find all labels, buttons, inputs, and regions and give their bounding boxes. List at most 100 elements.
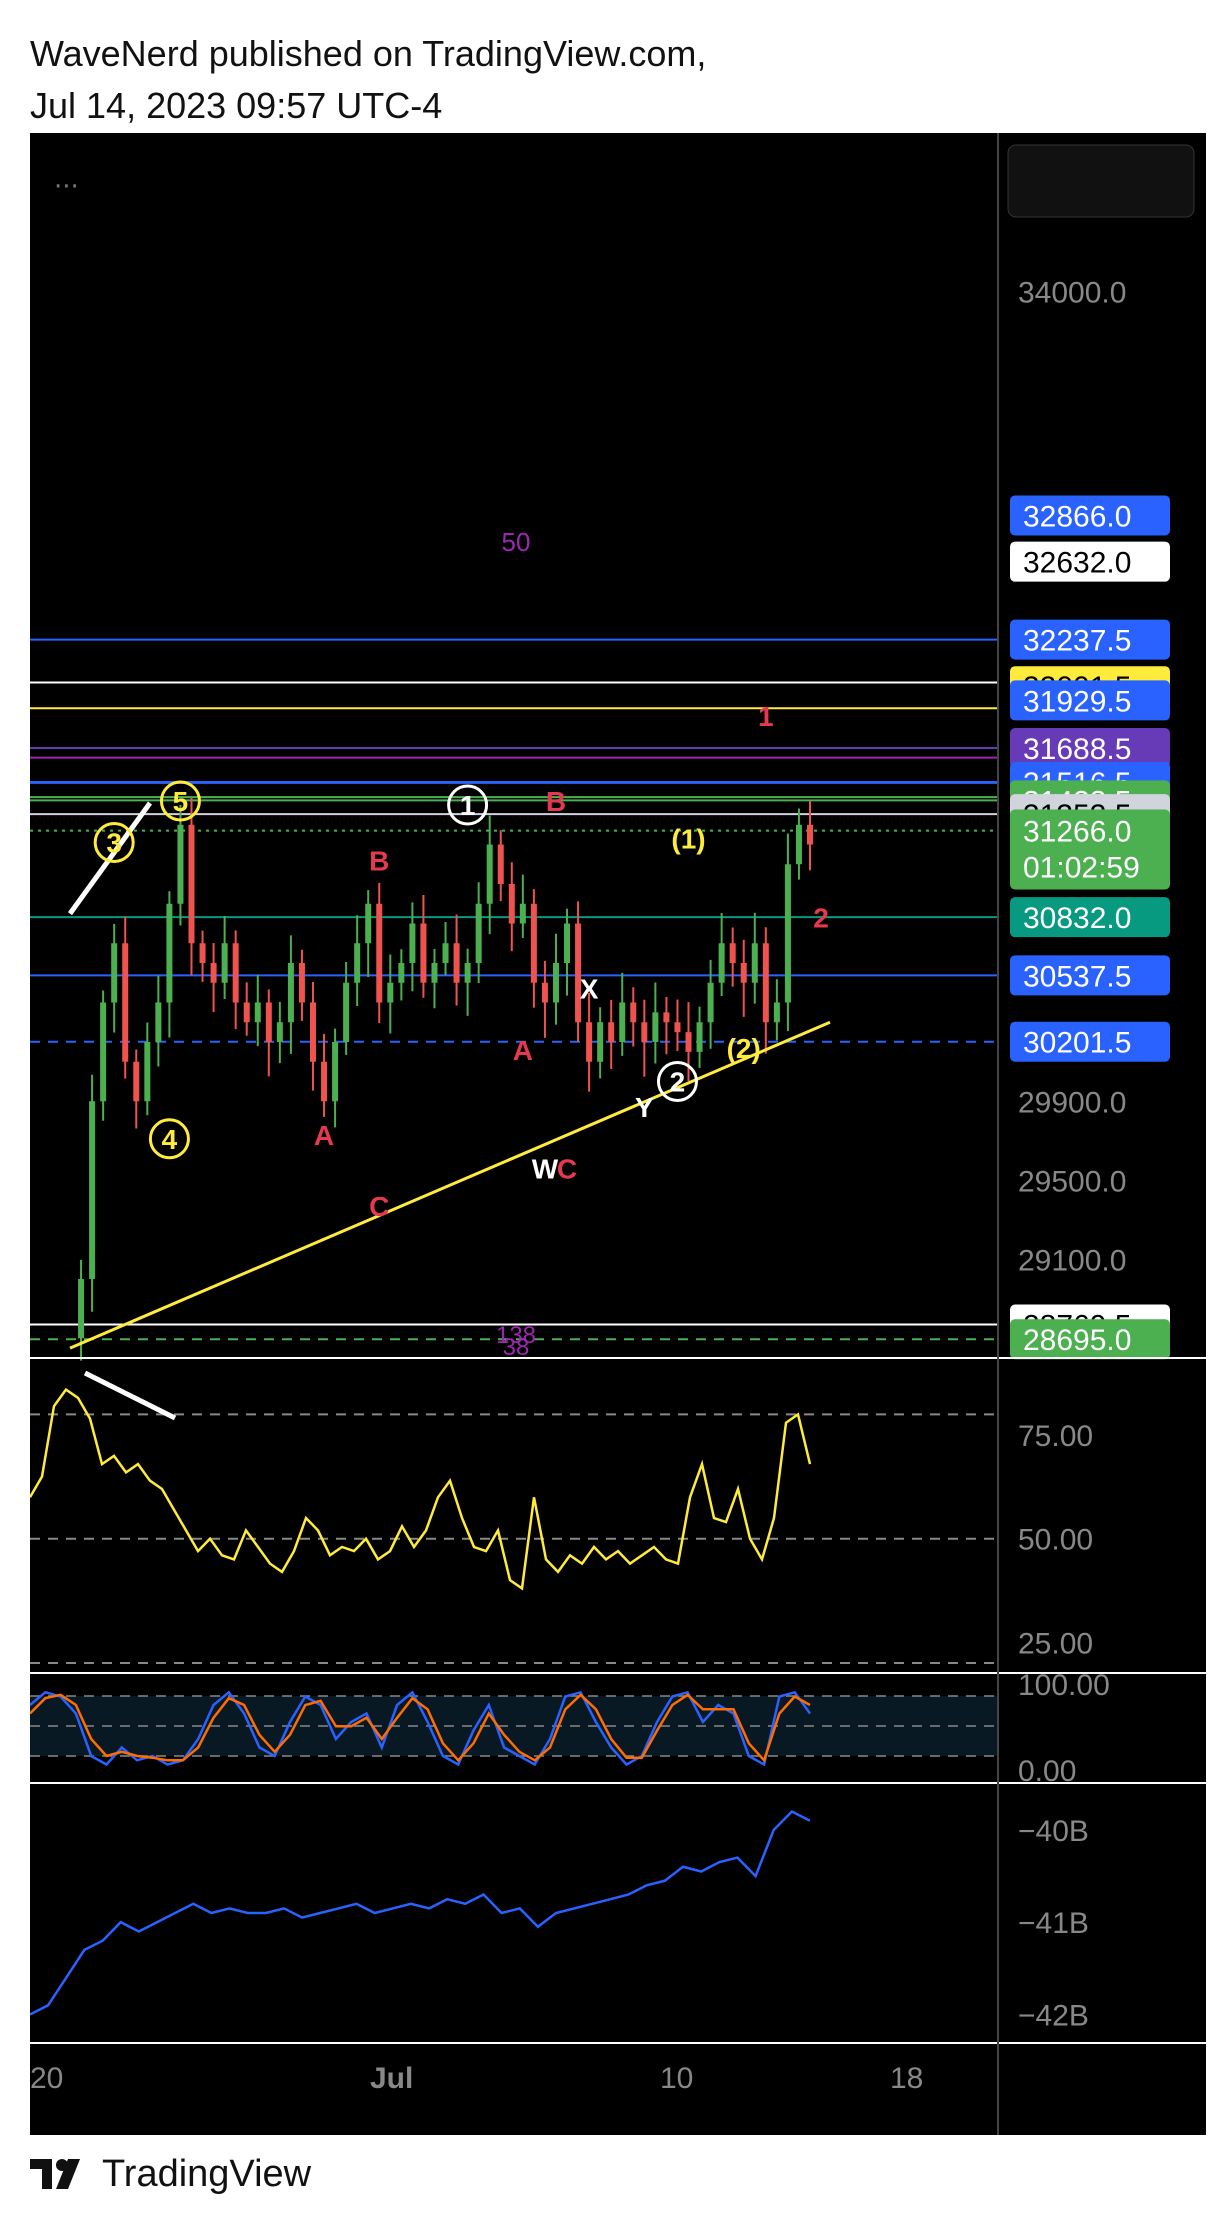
fib-label: 50 <box>502 527 531 557</box>
wave-label: 2 <box>670 1067 686 1098</box>
candle-body <box>762 943 769 1023</box>
fib-label: 38 <box>503 1334 530 1361</box>
candle-body <box>464 963 471 983</box>
price-tick-label: 29500.0 <box>1018 1165 1126 1198</box>
candle-body <box>243 1002 250 1023</box>
candle-body <box>564 923 571 963</box>
candle-body <box>630 1002 637 1023</box>
wave-label: X <box>580 974 599 1005</box>
candle-body <box>751 943 758 983</box>
candle-body <box>265 1002 272 1042</box>
wave-label: 3 <box>106 828 122 859</box>
wave-label: Y <box>635 1092 654 1123</box>
level-label: 30832.0 <box>1023 902 1131 935</box>
candle-body <box>773 1002 780 1023</box>
candle-body <box>541 982 548 1003</box>
candle-body <box>807 824 813 845</box>
candle-body <box>376 903 383 1003</box>
wave-label: (1) <box>671 824 705 855</box>
wave-label: B <box>369 845 389 876</box>
level-label: 32866.0 <box>1023 500 1131 533</box>
candle-body <box>177 824 184 904</box>
countdown-label: 01:02:59 <box>1023 851 1140 884</box>
publisher-line: WaveNerd published on TradingView.com, <box>30 33 707 74</box>
candle-body <box>707 982 714 1023</box>
candle-body <box>641 1022 648 1042</box>
price-tick-label: 29100.0 <box>1018 1244 1126 1277</box>
candle-body <box>287 963 294 1023</box>
time-tick-label: 20 <box>30 2062 63 2095</box>
candle-body <box>431 963 438 983</box>
footer: TradingView <box>30 2148 311 2200</box>
candle-body <box>718 943 725 983</box>
candle-body <box>78 1279 85 1339</box>
candle-body <box>89 1101 96 1279</box>
candle-body <box>365 903 372 944</box>
candle-body <box>729 943 736 963</box>
candle-body <box>497 844 504 884</box>
wave-label: 1 <box>758 701 774 732</box>
candle-body <box>409 923 416 963</box>
candle-body <box>519 903 526 924</box>
candle-body <box>321 1061 328 1102</box>
publish-date-line: Jul 14, 2023 09:57 UTC-4 <box>30 85 443 126</box>
candle-body <box>486 844 493 904</box>
candle-body <box>398 963 405 983</box>
candle-body <box>597 1022 604 1062</box>
candle-body <box>276 1022 283 1042</box>
candle-body <box>387 982 394 1003</box>
trading-chart[interactable]: 32866.032632.032237.532001.531929.531688… <box>30 133 1206 2135</box>
more-dots-icon[interactable]: ··· <box>54 172 79 202</box>
obv-tick-label: −42B <box>1018 2000 1089 2033</box>
candle-body <box>784 864 791 1003</box>
obv-tick-label: −41B <box>1018 1907 1089 1940</box>
candle-body <box>133 1061 140 1102</box>
candle-body <box>309 1002 316 1062</box>
candle-body <box>122 943 129 1062</box>
candle-body <box>552 963 559 1003</box>
level-label: 32237.5 <box>1023 625 1131 658</box>
wave-label: B <box>546 786 566 817</box>
candle-body <box>508 884 515 924</box>
candle-body <box>166 903 173 1003</box>
level-label: 31929.5 <box>1023 685 1131 718</box>
candle-body <box>100 1002 107 1102</box>
candle-body <box>608 1022 615 1042</box>
candle-body <box>210 963 217 983</box>
candle-body <box>221 943 228 983</box>
wave-label: (2) <box>727 1033 761 1064</box>
candle-body <box>442 943 449 963</box>
legend-box[interactable] <box>1007 144 1195 218</box>
candle-body <box>232 943 239 1003</box>
level-label: 30537.5 <box>1023 960 1131 993</box>
tradingview-logo-icon <box>30 2159 80 2189</box>
wave-label: 4 <box>162 1124 178 1155</box>
level-label: 28695.0 <box>1023 1324 1131 1357</box>
time-tick-label: 10 <box>660 2062 693 2095</box>
candle-body <box>332 1042 339 1102</box>
time-tick-label: 18 <box>890 2062 923 2095</box>
wave-label: A <box>314 1120 334 1151</box>
candle-body <box>663 1012 670 1023</box>
time-tick-label: Jul <box>370 2062 413 2095</box>
candle-body <box>354 943 361 983</box>
wave-label: C <box>557 1153 577 1184</box>
candle-body <box>188 824 195 944</box>
rsi-tick-label: 50.00 <box>1018 1524 1093 1557</box>
candle-body <box>795 824 802 865</box>
price-tick-label: 29900.0 <box>1018 1086 1126 1119</box>
obv-tick-label: −40B <box>1018 1815 1089 1848</box>
price-tick-label: 34000.0 <box>1018 277 1126 310</box>
candle-body <box>254 1002 261 1023</box>
candle-body <box>144 1042 151 1102</box>
wave-label: 2 <box>813 903 829 934</box>
candle-body <box>111 943 118 1003</box>
candle-body <box>420 923 427 983</box>
wave-label: C <box>369 1191 389 1222</box>
candle-body <box>199 943 206 963</box>
candle-body <box>155 1002 162 1042</box>
publish-info: WaveNerd published on TradingView.com, J… <box>30 28 706 132</box>
rsi-tick-label: 75.00 <box>1018 1420 1093 1453</box>
rsi-tick-label: 25.00 <box>1018 1627 1093 1660</box>
wave-label: 5 <box>173 786 189 817</box>
